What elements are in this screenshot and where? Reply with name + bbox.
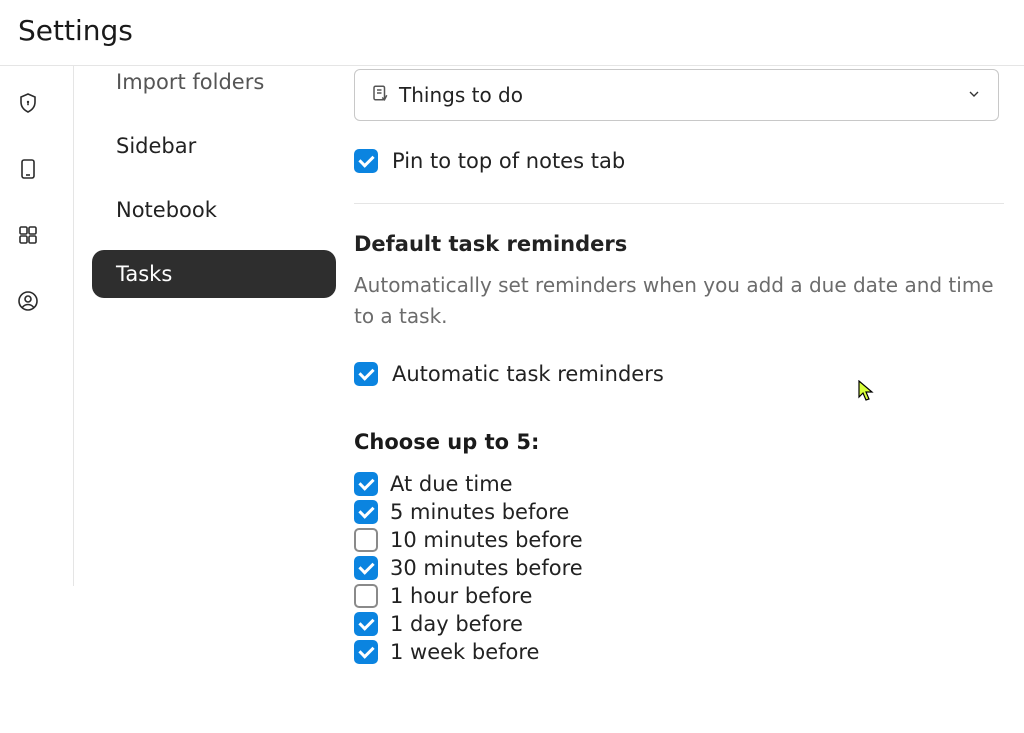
shield-icon[interactable]: [16, 91, 40, 119]
widgets-icon[interactable]: [16, 223, 40, 251]
reminder-label: 1 week before: [390, 640, 539, 664]
pin-checkbox[interactable]: [354, 149, 378, 173]
reminders-title: Default task reminders: [354, 232, 1024, 256]
reminder-checkbox[interactable]: [354, 472, 378, 496]
auto-reminders-checkbox[interactable]: [354, 362, 378, 386]
icon-rail: [0, 66, 55, 729]
reminder-checkbox[interactable]: [354, 584, 378, 608]
note-icon: [371, 83, 389, 107]
reminder-checkbox[interactable]: [354, 640, 378, 664]
pin-label: Pin to top of notes tab: [392, 149, 625, 173]
default-note-select[interactable]: Things to do: [354, 69, 999, 121]
settings-header: Settings: [0, 0, 1024, 66]
subnav-item-notebook[interactable]: Notebook: [92, 186, 336, 234]
reminder-label: 30 minutes before: [390, 556, 583, 580]
reminder-checkbox[interactable]: [354, 500, 378, 524]
reminder-label: 10 minutes before: [390, 528, 583, 552]
reminder-option[interactable]: 1 hour before: [354, 584, 1024, 608]
reminder-checkbox[interactable]: [354, 528, 378, 552]
subnav-item-import-folders[interactable]: Import folders: [92, 58, 336, 106]
reminder-label: At due time: [390, 472, 513, 496]
reminder-option[interactable]: 30 minutes before: [354, 556, 1024, 580]
device-icon[interactable]: [16, 157, 40, 185]
choose-up-to-title: Choose up to 5:: [354, 430, 1024, 454]
subnav-item-tasks[interactable]: Tasks: [92, 250, 336, 298]
section-divider: [354, 203, 1004, 204]
reminder-label: 1 day before: [390, 612, 523, 636]
chevron-down-icon: [966, 83, 982, 107]
reminder-option[interactable]: 5 minutes before: [354, 500, 1024, 524]
auto-reminders-row[interactable]: Automatic task reminders: [354, 362, 1024, 386]
reminder-label: 1 hour before: [390, 584, 532, 608]
reminder-option[interactable]: 10 minutes before: [354, 528, 1024, 552]
subnav-item-sidebar[interactable]: Sidebar: [92, 122, 336, 170]
settings-content: Things to do Pin to top of notes tab Def…: [354, 66, 1024, 729]
select-value: Things to do: [399, 83, 523, 107]
reminder-checkbox[interactable]: [354, 556, 378, 580]
page-title: Settings: [18, 14, 1006, 47]
auto-reminders-label: Automatic task reminders: [392, 362, 664, 386]
reminder-label: 5 minutes before: [390, 500, 569, 524]
reminders-description: Automatically set reminders when you add…: [354, 270, 994, 332]
settings-subnav: Import folders Sidebar Notebook Tasks: [74, 66, 354, 729]
pin-to-top-row[interactable]: Pin to top of notes tab: [354, 149, 1024, 173]
account-icon[interactable]: [16, 289, 40, 317]
reminder-option[interactable]: 1 day before: [354, 612, 1024, 636]
reminder-options-list: At due time 5 minutes before 10 minutes …: [354, 472, 1024, 664]
reminder-checkbox[interactable]: [354, 612, 378, 636]
reminder-option[interactable]: At due time: [354, 472, 1024, 496]
reminder-option[interactable]: 1 week before: [354, 640, 1024, 664]
